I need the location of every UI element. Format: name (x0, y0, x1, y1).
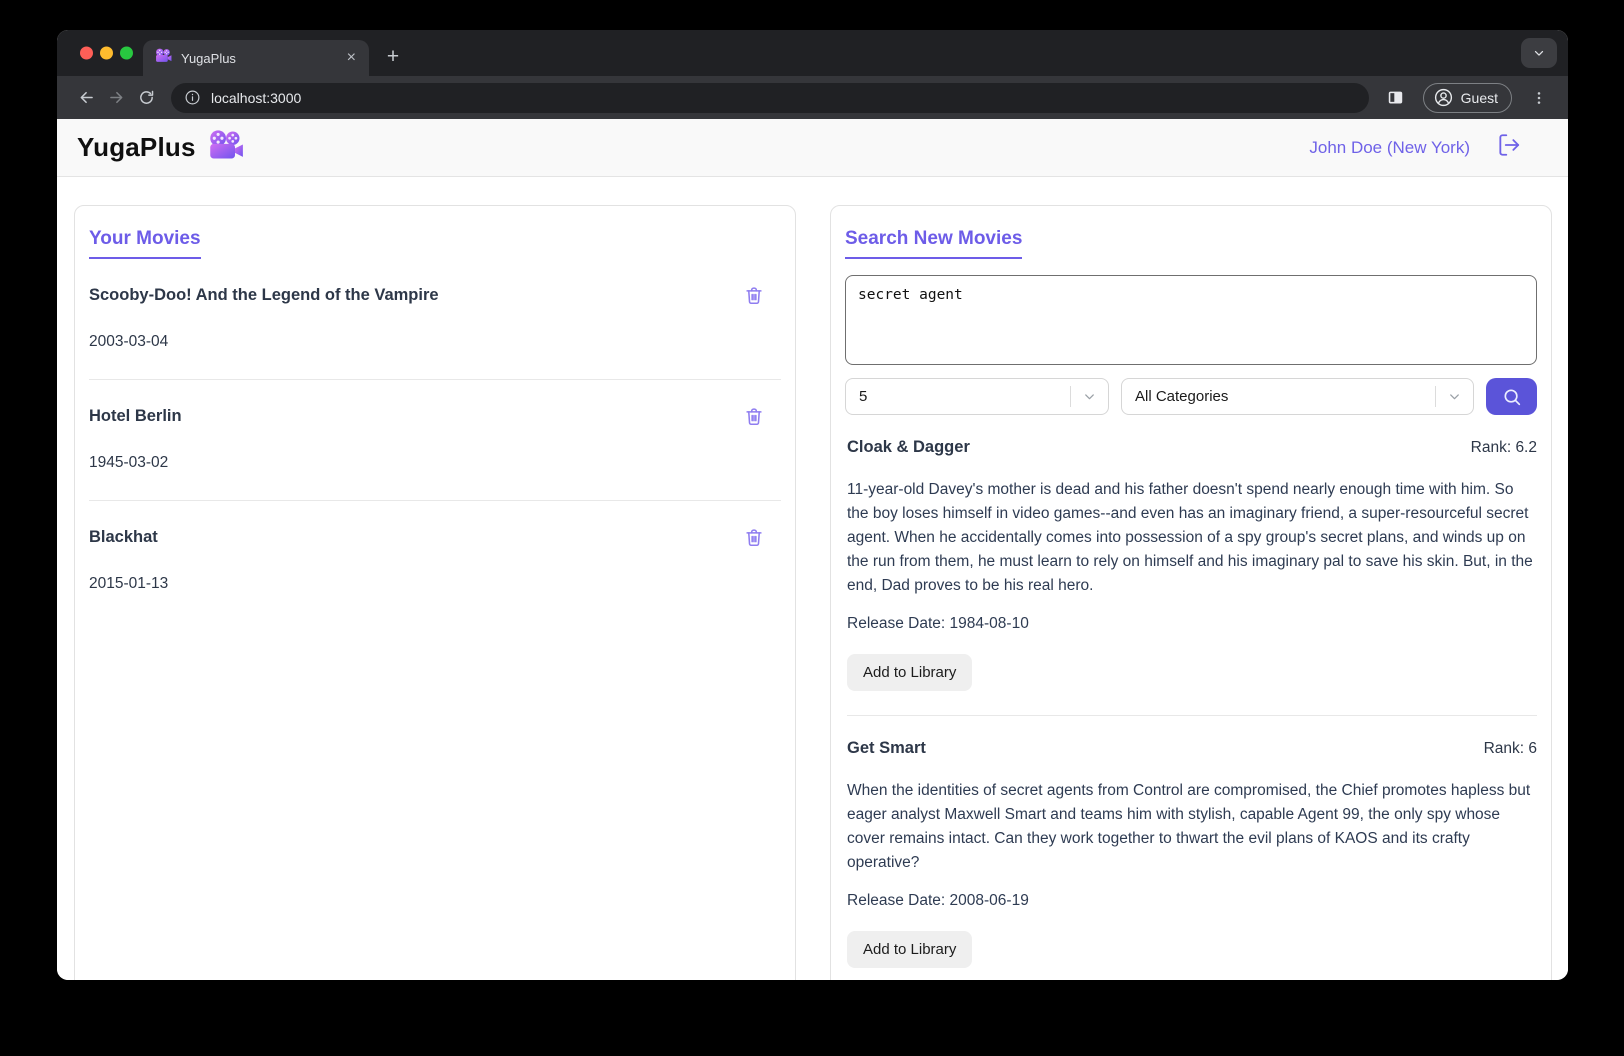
reload-button[interactable] (131, 83, 161, 113)
movie-title: Hotel Berlin (89, 407, 182, 425)
close-window-button[interactable] (80, 46, 93, 60)
add-to-library-button[interactable]: Add to Library (847, 654, 973, 691)
search-controls: 5 All Categories (845, 378, 1537, 415)
movie-camera-icon (208, 129, 244, 166)
browser-menu-button[interactable] (1524, 83, 1554, 113)
search-result-row: Cloak & Dagger Rank: 6.2 11-year-old Dav… (847, 415, 1537, 716)
maximize-window-button[interactable] (120, 46, 133, 60)
delete-movie-button[interactable] (743, 405, 765, 427)
user-profile-link[interactable]: John Doe (New York) (1309, 138, 1470, 158)
library-movie-row: Blackhat 2015-01-13 (89, 501, 781, 621)
tab-close-icon[interactable]: × (344, 50, 359, 66)
result-rank: Rank: 6 (1483, 740, 1537, 757)
address-url: localhost:3000 (211, 89, 302, 106)
logout-icon (1499, 134, 1520, 156)
address-bar[interactable]: localhost:3000 (171, 82, 1369, 113)
app-header: YugaPlus John Doe (New York) (57, 119, 1568, 177)
kebab-menu-icon (1537, 91, 1541, 104)
profile-label: Guest (1460, 89, 1498, 106)
browser-tab[interactable]: YugaPlus × (143, 40, 369, 76)
library-movie-row: Scooby-Doo! And the Legend of the Vampir… (89, 259, 781, 380)
category-select[interactable]: All Categories (1121, 378, 1474, 415)
delete-movie-button[interactable] (743, 284, 765, 306)
category-value: All Categories (1135, 388, 1229, 405)
delete-movie-button[interactable] (743, 526, 765, 548)
add-to-library-button[interactable]: Add to Library (847, 931, 973, 968)
chevron-down-icon (1071, 389, 1108, 404)
your-movies-title: Your Movies (89, 228, 201, 259)
result-title: Get Smart (847, 739, 926, 757)
movie-title: Scooby-Doo! And the Legend of the Vampir… (89, 286, 439, 304)
movie-title: Blackhat (89, 528, 158, 546)
trash-icon (746, 529, 762, 547)
brand-name: YugaPlus (77, 132, 196, 162)
search-result-row: Get Smart Rank: 6 When the identities of… (847, 716, 1537, 980)
trash-icon (746, 287, 762, 305)
your-movies-panel: Your Movies Scooby-Doo! And the Legend o… (74, 205, 796, 980)
library-movie-row: Hotel Berlin 1945-03-02 (89, 380, 781, 501)
movie-date: 2015-01-13 (89, 575, 169, 592)
minimize-window-button[interactable] (100, 46, 113, 60)
search-button[interactable] (1486, 378, 1537, 415)
result-title: Cloak & Dagger (847, 438, 970, 456)
result-limit-value: 5 (859, 388, 868, 405)
movie-camera-favicon-icon (155, 48, 172, 68)
tab-title: YugaPlus (181, 50, 236, 66)
forward-button[interactable] (101, 83, 131, 113)
page-content: Your Movies Scooby-Doo! And the Legend o… (57, 177, 1568, 980)
search-panel: Search New Movies secret agent 5 All Cat… (830, 205, 1552, 980)
browser-toolbar: localhost:3000 Guest (57, 76, 1568, 119)
result-release-date: Release Date: 2008-06-19 (847, 892, 1029, 909)
search-icon (1503, 388, 1520, 405)
side-panel-icon (1388, 91, 1403, 104)
result-rank: Rank: 6.2 (1470, 439, 1537, 456)
search-query-input[interactable]: secret agent (845, 275, 1537, 365)
reload-icon (139, 90, 153, 104)
movie-date: 1945-03-02 (89, 454, 169, 471)
chevron-down-icon (1534, 50, 1544, 56)
profile-button[interactable]: Guest (1422, 82, 1512, 113)
site-info-icon (185, 90, 200, 105)
search-title: Search New Movies (845, 228, 1023, 259)
result-description: When the identities of secret agents fro… (847, 782, 1531, 871)
tab-strip: YugaPlus × + (57, 30, 1568, 76)
new-tab-button[interactable]: + (379, 43, 407, 71)
movie-date: 2003-03-04 (89, 333, 169, 350)
arrow-left-icon (80, 91, 93, 104)
brand: YugaPlus (77, 129, 244, 166)
logout-button[interactable] (1496, 132, 1522, 163)
trash-icon (746, 408, 762, 426)
back-button[interactable] (71, 83, 101, 113)
chevron-down-icon (1436, 389, 1473, 404)
tab-search-chevron-button[interactable] (1521, 38, 1557, 68)
arrow-right-icon (109, 91, 122, 104)
result-limit-select[interactable]: 5 (845, 378, 1109, 415)
result-release-date: Release Date: 1984-08-10 (847, 615, 1029, 632)
result-description: 11-year-old Davey's mother is dead and h… (847, 481, 1533, 594)
browser-window: YugaPlus × + localhost:3000 Guest YugaPl… (57, 30, 1568, 980)
guest-avatar-icon (1434, 88, 1452, 107)
side-panel-button[interactable] (1381, 83, 1411, 113)
